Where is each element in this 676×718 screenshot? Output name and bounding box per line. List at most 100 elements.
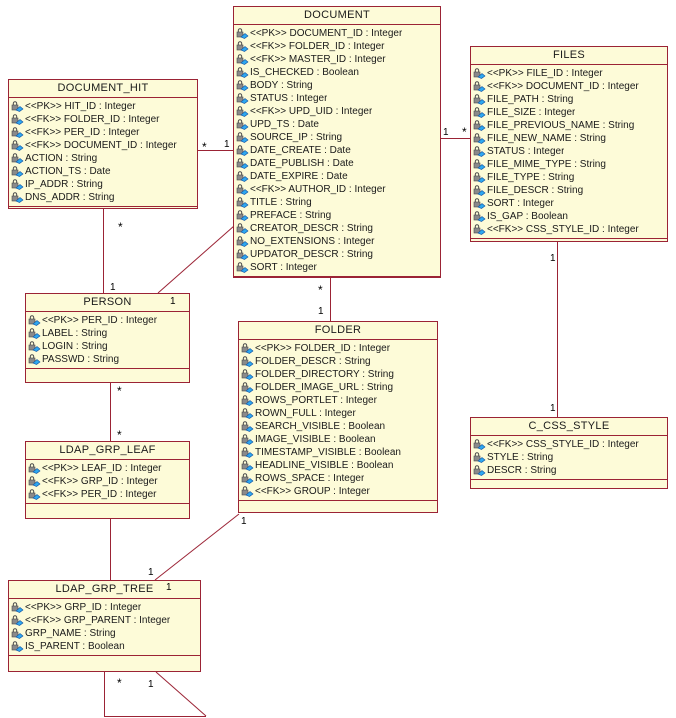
multiplicity-label: 1 (148, 567, 154, 578)
multiplicity-label: * (318, 283, 323, 297)
attribute-text: <<PK>> FILE_ID : Integer (487, 68, 603, 79)
attribute-row: <<FK>> CSS_STYLE_ID : Integer (471, 438, 667, 451)
attribute-row: NO_EXTENSIONS : Integer (234, 235, 440, 248)
method-compartment (471, 239, 667, 250)
lock-key-icon (28, 489, 41, 500)
lock-key-icon (241, 369, 254, 380)
lock-key-icon (11, 192, 24, 203)
attribute-text: IP_ADDR : String (25, 179, 103, 190)
attribute-text: <<FK>> PER_ID : Integer (42, 489, 157, 500)
attribute-row: DESCR : String (471, 464, 667, 477)
multiplicity-label: 1 (241, 516, 247, 527)
lock-key-icon (473, 81, 486, 92)
entity-title-document: DOCUMENT (234, 7, 440, 25)
entity-files[interactable]: FILES <<PK>> FILE_ID : Integer <<FK>> DO… (470, 46, 668, 242)
method-compartment (239, 501, 437, 512)
lock-key-icon (11, 153, 24, 164)
attribute-text: FILE_PATH : String (487, 94, 574, 105)
multiplicity-label: * (117, 676, 122, 690)
multiplicity-label: 1 (148, 679, 154, 690)
lock-key-icon (236, 119, 249, 130)
attribute-row: FILE_DESCR : String (471, 184, 667, 197)
attribute-text: SEARCH_VISIBLE : Boolean (255, 421, 386, 432)
attribute-row: SORT : Integer (471, 197, 667, 210)
method-compartment (9, 656, 200, 667)
attribute-row: STATUS : Integer (234, 92, 440, 105)
lock-key-icon (28, 315, 41, 326)
attribute-text: <<FK>> UPD_UID : Integer (250, 106, 373, 117)
attribute-row: FILE_TYPE : String (471, 171, 667, 184)
attribute-row: <<FK>> DOCUMENT_ID : Integer (471, 80, 667, 93)
lock-key-icon (473, 452, 486, 463)
entity-title-c-css-style: C_CSS_STYLE (471, 418, 667, 436)
attribute-list-files: <<PK>> FILE_ID : Integer <<FK>> DOCUMENT… (471, 65, 667, 239)
attribute-text: FILE_NEW_NAME : String (487, 133, 606, 144)
lock-key-icon (236, 145, 249, 156)
lock-key-icon (241, 434, 254, 445)
lock-key-icon (28, 341, 41, 352)
lock-key-icon (236, 41, 249, 52)
lock-key-icon (11, 101, 24, 112)
entity-person[interactable]: PERSON <<PK>> PER_ID : Integer LABEL : S… (25, 293, 190, 383)
lock-key-icon (11, 615, 24, 626)
lock-key-icon (473, 224, 486, 235)
entity-ldap-grp-leaf[interactable]: LDAP_GRP_LEAF <<PK>> LEAF_ID : Integer <… (25, 441, 190, 519)
attribute-row: DNS_ADDR : String (9, 191, 197, 204)
attribute-text: FILE_MIME_TYPE : String (487, 159, 606, 170)
entity-c-css-style[interactable]: C_CSS_STYLE <<FK>> CSS_STYLE_ID : Intege… (470, 417, 668, 489)
entity-document-hit[interactable]: DOCUMENT_HIT <<PK>> HIT_ID : Integer <<F… (8, 79, 198, 209)
attribute-text: FILE_TYPE : String (487, 172, 575, 183)
lock-key-icon (236, 210, 249, 221)
method-compartment (26, 369, 189, 380)
attribute-text: ACTION_TS : Date (25, 166, 111, 177)
attribute-text: DATE_EXPIRE : Date (250, 171, 348, 182)
attribute-text: <<PK>> PER_ID : Integer (42, 315, 158, 326)
attribute-row: <<PK>> GRP_ID : Integer (9, 601, 200, 614)
lock-key-icon (11, 166, 24, 177)
lock-key-icon (236, 132, 249, 143)
attribute-text: LABEL : String (42, 328, 108, 339)
attribute-text: STATUS : Integer (487, 146, 565, 157)
attribute-list-person: <<PK>> PER_ID : Integer LABEL : String L… (26, 312, 189, 369)
attribute-text: FILE_PREVIOUS_NAME : String (487, 120, 635, 131)
attribute-row: <<PK>> HIT_ID : Integer (9, 100, 197, 113)
attribute-text: ROWS_SPACE : Integer (255, 473, 365, 484)
lock-key-icon (473, 211, 486, 222)
attribute-row: <<FK>> AUTHOR_ID : Integer (234, 183, 440, 196)
lock-key-icon (473, 172, 486, 183)
attribute-text: <<FK>> AUTHOR_ID : Integer (250, 184, 386, 195)
lock-key-icon (473, 159, 486, 170)
entity-ldap-grp-tree[interactable]: LDAP_GRP_TREE <<PK>> GRP_ID : Integer <<… (8, 580, 201, 672)
attribute-text: FOLDER_IMAGE_URL : String (255, 382, 394, 393)
attribute-row: <<PK>> FOLDER_ID : Integer (239, 342, 437, 355)
entity-document[interactable]: DOCUMENT <<PK>> DOCUMENT_ID : Integer <<… (233, 6, 441, 278)
attribute-text: CREATOR_DESCR : String (250, 223, 373, 234)
multiplicity-label: * (117, 428, 122, 442)
attribute-row: CREATOR_DESCR : String (234, 222, 440, 235)
entity-folder[interactable]: FOLDER <<PK>> FOLDER_ID : Integer FOLDER… (238, 321, 438, 513)
method-compartment (26, 504, 189, 515)
attribute-row: ROWN_FULL : Integer (239, 407, 437, 420)
attribute-row: <<FK>> FOLDER_ID : Integer (9, 113, 197, 126)
attribute-text: DATE_PUBLISH : Date (250, 158, 354, 169)
lock-key-icon (241, 473, 254, 484)
attribute-row: DATE_CREATE : Date (234, 144, 440, 157)
lock-key-icon (241, 447, 254, 458)
attribute-text: <<FK>> FOLDER_ID : Integer (250, 41, 385, 52)
attribute-text: IS_CHECKED : Boolean (250, 67, 359, 78)
attribute-text: TIMESTAMP_VISIBLE : Boolean (255, 447, 401, 458)
attribute-text: <<FK>> GRP_PARENT : Integer (25, 615, 171, 626)
attribute-text: IS_GAP : Boolean (487, 211, 568, 222)
attribute-row: ACTION_TS : Date (9, 165, 197, 178)
attribute-text: <<FK>> MASTER_ID : Integer (250, 54, 386, 65)
attribute-row: FILE_SIZE : Integer (471, 106, 667, 119)
attribute-text: ACTION : String (25, 153, 98, 164)
lock-key-icon (236, 262, 249, 273)
lock-key-icon (236, 67, 249, 78)
lock-key-icon (236, 93, 249, 104)
attribute-text: DESCR : String (487, 465, 557, 476)
lock-key-icon (28, 354, 41, 365)
attribute-row: FILE_PREVIOUS_NAME : String (471, 119, 667, 132)
lock-key-icon (473, 465, 486, 476)
lock-key-icon (473, 146, 486, 157)
